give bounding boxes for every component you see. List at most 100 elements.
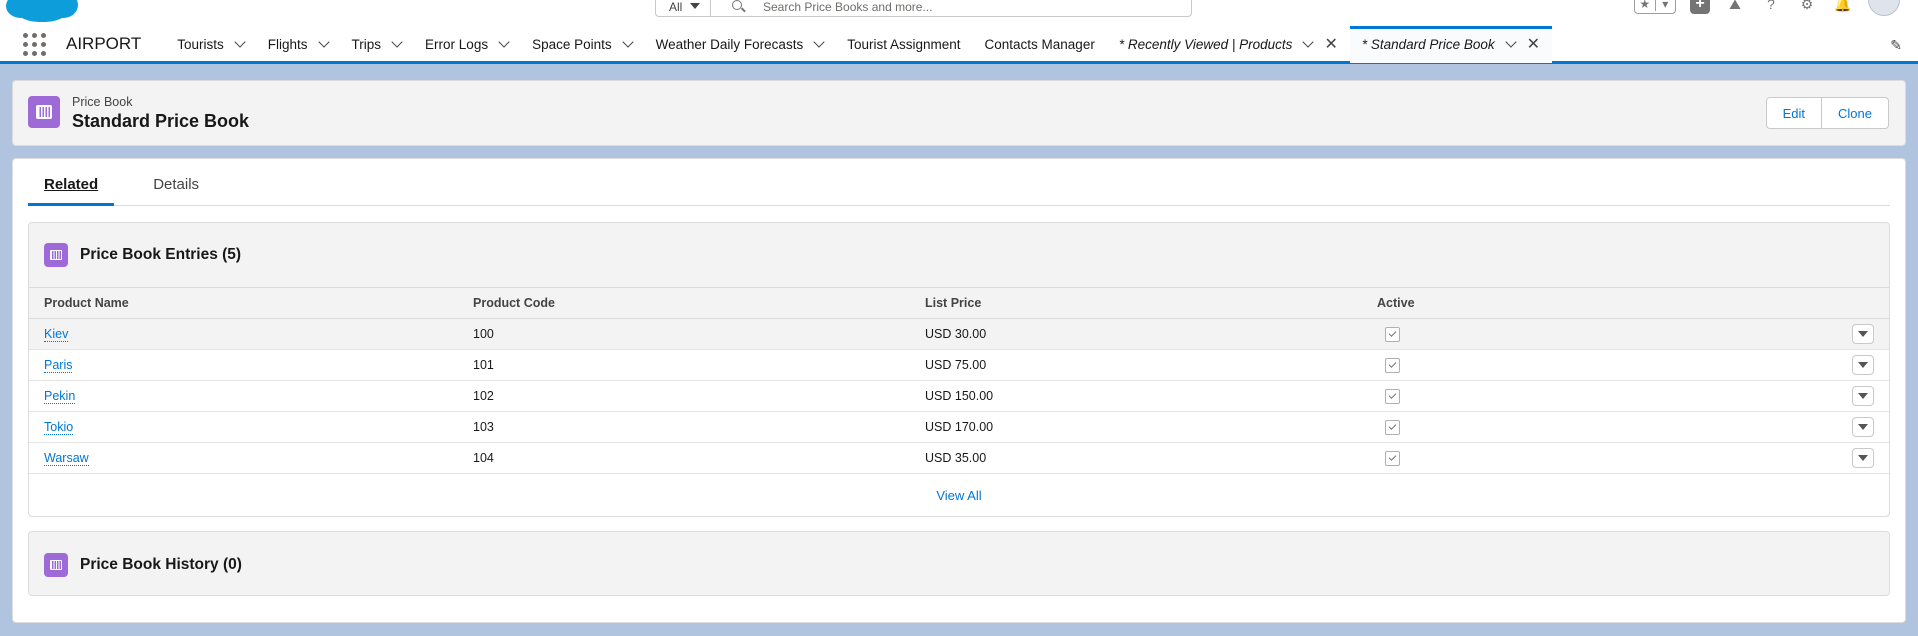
list-price: USD 35.00: [925, 451, 987, 465]
product-name-link[interactable]: Kiev: [44, 327, 69, 342]
chevron-down-icon[interactable]: [498, 35, 510, 48]
related-list-title[interactable]: Price Book Entries (5): [80, 246, 241, 264]
price-book-history-card: Price Book History (0): [28, 531, 1890, 596]
chevron-down-icon[interactable]: [391, 35, 403, 48]
table-header-row: Product Name Product Code List Price Act…: [29, 288, 1889, 319]
nav-item-error-logs[interactable]: Error Logs: [413, 26, 520, 63]
tab-details[interactable]: Details: [137, 159, 215, 206]
column-header-list-price: List Price: [925, 296, 982, 310]
price-book-history-icon: [44, 552, 68, 577]
product-name-link[interactable]: Paris: [44, 358, 73, 373]
chevron-down-icon[interactable]: ▾: [1654, 0, 1676, 11]
workspace-tab-label: * Recently Viewed | Products: [1118, 36, 1293, 52]
search-icon: [732, 0, 742, 10]
record-header: Price Book Standard Price Book Edit Clon…: [12, 80, 1906, 146]
price-book-icon: [28, 96, 60, 128]
list-price: USD 30.00: [925, 327, 987, 341]
chevron-down-icon[interactable]: [234, 35, 246, 48]
product-code: 101: [473, 358, 494, 372]
related-list-header: Price Book History (0): [29, 532, 1889, 597]
row-actions-dropdown-icon[interactable]: [1852, 355, 1874, 375]
nav-item-weather-daily-forecasts[interactable]: Weather Daily Forecasts: [644, 26, 836, 63]
workspace-tab-standard-price-book[interactable]: * Standard Price Book ✕: [1349, 25, 1553, 63]
product-name-link[interactable]: Tokio: [44, 420, 74, 435]
list-price: USD 150.00: [925, 389, 994, 403]
chevron-down-icon[interactable]: [1505, 35, 1517, 48]
nav-item-trips[interactable]: Trips: [340, 26, 414, 63]
related-list-header: Price Book Entries (5): [29, 223, 1889, 288]
nav-item-contacts-manager[interactable]: Contacts Manager: [973, 26, 1107, 63]
app-name: AIRPORT: [66, 34, 142, 53]
edit-button[interactable]: Edit: [1765, 97, 1823, 129]
product-code: 103: [473, 420, 494, 434]
workspace-tab-recently-viewed-products[interactable]: * Recently Viewed | Products ✕: [1107, 26, 1350, 63]
tab-related[interactable]: Related: [28, 159, 115, 206]
close-tab-icon[interactable]: ✕: [1324, 34, 1337, 54]
user-avatar[interactable]: [1868, 0, 1900, 16]
navigation-bar: AIRPORT Tourists Flights Trips Error Log…: [0, 25, 1918, 64]
favorites-button[interactable]: ★ ▾: [1634, 0, 1676, 14]
active-checkbox-icon: [1385, 357, 1400, 373]
trailhead-icon[interactable]: ⛰: [1724, 0, 1746, 14]
record-title: Standard Price Book: [72, 111, 250, 131]
column-header-product-code: Product Code: [473, 296, 555, 310]
search-placeholder: Search Price Books and more...: [763, 0, 933, 14]
row-actions-dropdown-icon[interactable]: [1852, 417, 1874, 437]
help-icon[interactable]: ?: [1760, 0, 1782, 14]
nav-item-label: Weather Daily Forecasts: [655, 36, 804, 52]
table-row: Kiev 100 USD 30.00: [29, 319, 1889, 350]
star-icon[interactable]: ★: [1635, 0, 1655, 11]
row-actions-dropdown-icon[interactable]: [1852, 448, 1874, 468]
product-code: 104: [473, 451, 494, 465]
nav-item-space-points[interactable]: Space Points: [520, 26, 644, 63]
active-checkbox-icon: [1385, 419, 1400, 435]
row-actions-dropdown-icon[interactable]: [1852, 324, 1874, 344]
edit-nav-pencil-icon[interactable]: ✎: [1890, 37, 1902, 54]
chevron-down-icon[interactable]: [813, 35, 825, 48]
salesforce-logo-icon[interactable]: [6, 0, 78, 22]
nav-item-label: Contacts Manager: [984, 36, 1095, 52]
app-launcher-waffle-icon[interactable]: [23, 32, 46, 56]
setup-gear-icon[interactable]: ⚙: [1796, 0, 1818, 14]
search-input[interactable]: Search Price Books and more...: [710, 0, 1192, 17]
caret-down-icon: [690, 3, 700, 9]
global-header: All Search Price Books and more... ★ ▾ +…: [0, 0, 1918, 27]
table-row: Pekin 102 USD 150.00: [29, 381, 1889, 412]
chevron-down-icon[interactable]: [1302, 35, 1315, 48]
record-tabs: Related Details: [28, 159, 1890, 206]
record-object-type: Price Book: [72, 95, 133, 109]
notification-bell-icon[interactable]: 🔔: [1832, 0, 1854, 14]
view-all-link[interactable]: View All: [29, 474, 1889, 516]
product-name-link[interactable]: Pekin: [44, 389, 76, 404]
close-tab-icon[interactable]: ✕: [1527, 34, 1540, 54]
chevron-down-icon[interactable]: [317, 35, 330, 48]
product-code: 100: [473, 327, 494, 341]
column-header-product-name: Product Name: [44, 296, 129, 310]
table-row: Warsaw 104 USD 35.00: [29, 443, 1889, 474]
global-actions-plus-icon[interactable]: +: [1690, 0, 1710, 14]
record-actions: Edit Clone: [1765, 97, 1889, 129]
chevron-down-icon[interactable]: [621, 35, 634, 48]
price-book-entry-icon: [44, 243, 68, 267]
list-price: USD 75.00: [925, 358, 987, 372]
search-scope-select[interactable]: All: [655, 0, 711, 17]
nav-item-tourists[interactable]: Tourists: [165, 26, 256, 63]
nav-item-flights[interactable]: Flights: [256, 26, 340, 63]
row-actions-dropdown-icon[interactable]: [1852, 386, 1874, 406]
related-list-title[interactable]: Price Book History (0): [80, 556, 242, 574]
table-row: Tokio 103 USD 170.00: [29, 412, 1889, 443]
main-content-card: Related Details Price Book Entries (5) P…: [12, 158, 1906, 623]
header-utility-icons: ★ ▾ + ⛰ ? ⚙ 🔔: [1634, 0, 1900, 16]
price-book-entries-table: Product Name Product Code List Price Act…: [29, 288, 1889, 474]
list-price: USD 170.00: [925, 420, 994, 434]
nav-item-tourist-assignment[interactable]: Tourist Assignment: [835, 26, 972, 63]
active-checkbox-icon: [1385, 326, 1400, 342]
column-header-active: Active: [1377, 296, 1415, 310]
nav-item-label: Tourist Assignment: [847, 36, 961, 52]
table-row: Paris 101 USD 75.00: [29, 350, 1889, 381]
nav-item-label: Tourists: [177, 36, 224, 52]
search-scope-label: All: [669, 0, 683, 14]
product-name-link[interactable]: Warsaw: [44, 451, 89, 466]
active-checkbox-icon: [1385, 450, 1400, 466]
clone-button[interactable]: Clone: [1822, 97, 1889, 129]
